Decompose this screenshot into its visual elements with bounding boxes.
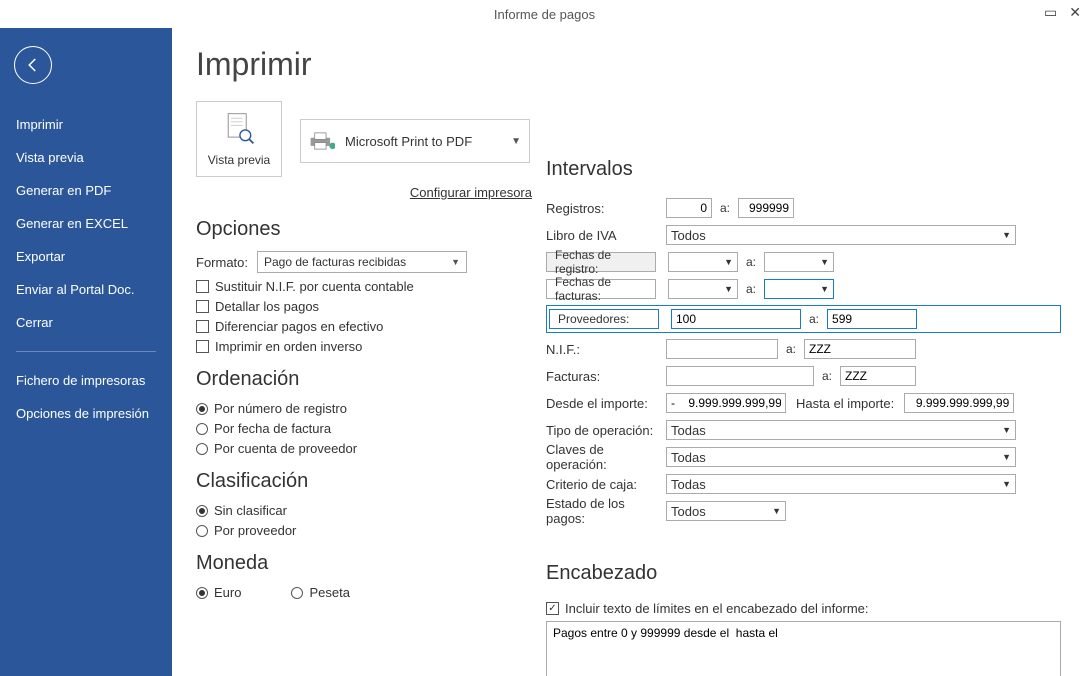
radio-fecha-factura[interactable]: Por fecha de factura: [196, 421, 486, 436]
sidebar-item-vista-previa[interactable]: Vista previa: [0, 141, 172, 174]
sidebar: Imprimir Vista previa Generar en PDF Gen…: [0, 28, 172, 676]
radio-numero-registro[interactable]: Por número de registro: [196, 401, 486, 416]
formato-label: Formato:: [196, 255, 251, 270]
radio-por-proveedor[interactable]: Por proveedor: [196, 523, 486, 538]
check-diferenciar-efectivo[interactable]: Diferenciar pagos en efectivo: [196, 319, 486, 334]
encabezado-textarea[interactable]: [546, 621, 1061, 676]
desde-importe-label: Desde el importe:: [546, 396, 666, 411]
fechas-registro-from[interactable]: ▼: [668, 252, 738, 272]
fechas-registro-to[interactable]: ▼: [764, 252, 834, 272]
intervalos-title: Intervalos: [546, 158, 1061, 181]
libro-iva-select[interactable]: Todos▼: [666, 225, 1016, 245]
proveedores-to-input[interactable]: [827, 309, 917, 329]
opciones-title: Opciones: [196, 218, 486, 241]
facturas-label: Facturas:: [546, 369, 666, 384]
radio-cuenta-proveedor[interactable]: Por cuenta de proveedor: [196, 441, 486, 456]
criterio-caja-select[interactable]: Todas▼: [666, 474, 1016, 494]
radio-sin-clasificar[interactable]: Sin clasificar: [196, 503, 486, 518]
fechas-facturas-button[interactable]: Fechas de facturas:: [546, 279, 656, 299]
proveedores-from-input[interactable]: [671, 309, 801, 329]
close-icon[interactable]: ✕: [1069, 4, 1081, 21]
facturas-to-input[interactable]: [840, 366, 916, 386]
estado-pagos-label: Estado de los pagos:: [546, 496, 666, 526]
sidebar-item-imprimir[interactable]: Imprimir: [0, 108, 172, 141]
tipo-operacion-select[interactable]: Todas▼: [666, 420, 1016, 440]
sidebar-divider: [16, 351, 156, 352]
ordenacion-title: Ordenación: [196, 368, 486, 391]
preview-button[interactable]: Vista previa: [196, 101, 282, 177]
encabezado-title: Encabezado: [546, 562, 1061, 585]
criterio-caja-label: Criterio de caja:: [546, 477, 666, 492]
window-title: Informe de pagos: [494, 7, 595, 22]
hasta-importe-input[interactable]: [904, 393, 1014, 413]
sidebar-item-cerrar[interactable]: Cerrar: [0, 306, 172, 339]
desde-importe-input[interactable]: [666, 393, 786, 413]
titlebar: Informe de pagos ▭ ✕: [0, 0, 1089, 28]
tipo-operacion-label: Tipo de operación:: [546, 423, 666, 438]
registros-from-input[interactable]: [666, 198, 712, 218]
chevron-down-icon: ▼: [820, 257, 829, 267]
sidebar-item-generar-pdf[interactable]: Generar en PDF: [0, 174, 172, 207]
proveedores-button[interactable]: Proveedores:: [549, 309, 659, 329]
sidebar-item-fichero-impresoras[interactable]: Fichero de impresoras: [0, 364, 172, 397]
claves-operacion-label: Claves de operación:: [546, 442, 666, 472]
libro-iva-label: Libro de IVA: [546, 228, 666, 243]
chevron-down-icon: ▼: [451, 257, 460, 267]
chevron-down-icon: ▼: [724, 284, 733, 294]
check-sustituir-nif[interactable]: Sustituir N.I.F. por cuenta contable: [196, 279, 486, 294]
chevron-down-icon: ▼: [1002, 425, 1011, 435]
config-printer-link[interactable]: Configurar impresora: [410, 185, 532, 200]
chevron-down-icon: ▼: [820, 284, 829, 294]
sidebar-item-generar-excel[interactable]: Generar en EXCEL: [0, 207, 172, 240]
check-orden-inverso[interactable]: Imprimir en orden inverso: [196, 339, 486, 354]
chevron-down-icon: ▼: [511, 136, 521, 147]
clasificacion-title: Clasificación: [196, 470, 486, 493]
minimize-icon[interactable]: ▭: [1044, 4, 1057, 21]
registros-to-input[interactable]: [738, 198, 794, 218]
chevron-down-icon: ▼: [772, 506, 781, 516]
nif-from-input[interactable]: [666, 339, 778, 359]
document-search-icon: [221, 111, 257, 147]
check-detallar-pagos[interactable]: Detallar los pagos: [196, 299, 486, 314]
fechas-registro-button[interactable]: Fechas de registro:: [546, 252, 656, 272]
chevron-down-icon: ▼: [1002, 452, 1011, 462]
radio-peseta[interactable]: Peseta: [291, 585, 349, 600]
chevron-down-icon: ▼: [1002, 230, 1011, 240]
hasta-importe-label: Hasta el importe:: [796, 396, 894, 411]
estado-pagos-select[interactable]: Todos▼: [666, 501, 786, 521]
page-title: Imprimir: [196, 46, 1061, 83]
fechas-facturas-from[interactable]: ▼: [668, 279, 738, 299]
radio-euro[interactable]: Euro: [196, 585, 241, 600]
printer-select[interactable]: Microsoft Print to PDF ▼: [300, 119, 530, 163]
nif-label: N.I.F.:: [546, 342, 666, 357]
sidebar-item-exportar[interactable]: Exportar: [0, 240, 172, 273]
check-incluir-limites[interactable]: Incluir texto de límites en el encabezad…: [546, 601, 1061, 616]
facturas-from-input[interactable]: [666, 366, 814, 386]
proveedores-row-highlighted: Proveedores: a:: [546, 305, 1061, 333]
claves-operacion-select[interactable]: Todas▼: [666, 447, 1016, 467]
sidebar-item-enviar-portal[interactable]: Enviar al Portal Doc.: [0, 273, 172, 306]
printer-name: Microsoft Print to PDF: [345, 134, 501, 149]
back-button[interactable]: [14, 46, 52, 84]
registros-label: Registros:: [546, 201, 666, 216]
chevron-down-icon: ▼: [1002, 479, 1011, 489]
moneda-title: Moneda: [196, 552, 486, 575]
nif-to-input[interactable]: [804, 339, 916, 359]
formato-select[interactable]: Pago de facturas recibidas ▼: [257, 251, 467, 273]
fechas-facturas-to[interactable]: ▼: [764, 279, 834, 299]
preview-label: Vista previa: [208, 153, 270, 167]
chevron-down-icon: ▼: [724, 257, 733, 267]
printer-icon: [309, 130, 335, 152]
sidebar-item-opciones-impresion[interactable]: Opciones de impresión: [0, 397, 172, 430]
